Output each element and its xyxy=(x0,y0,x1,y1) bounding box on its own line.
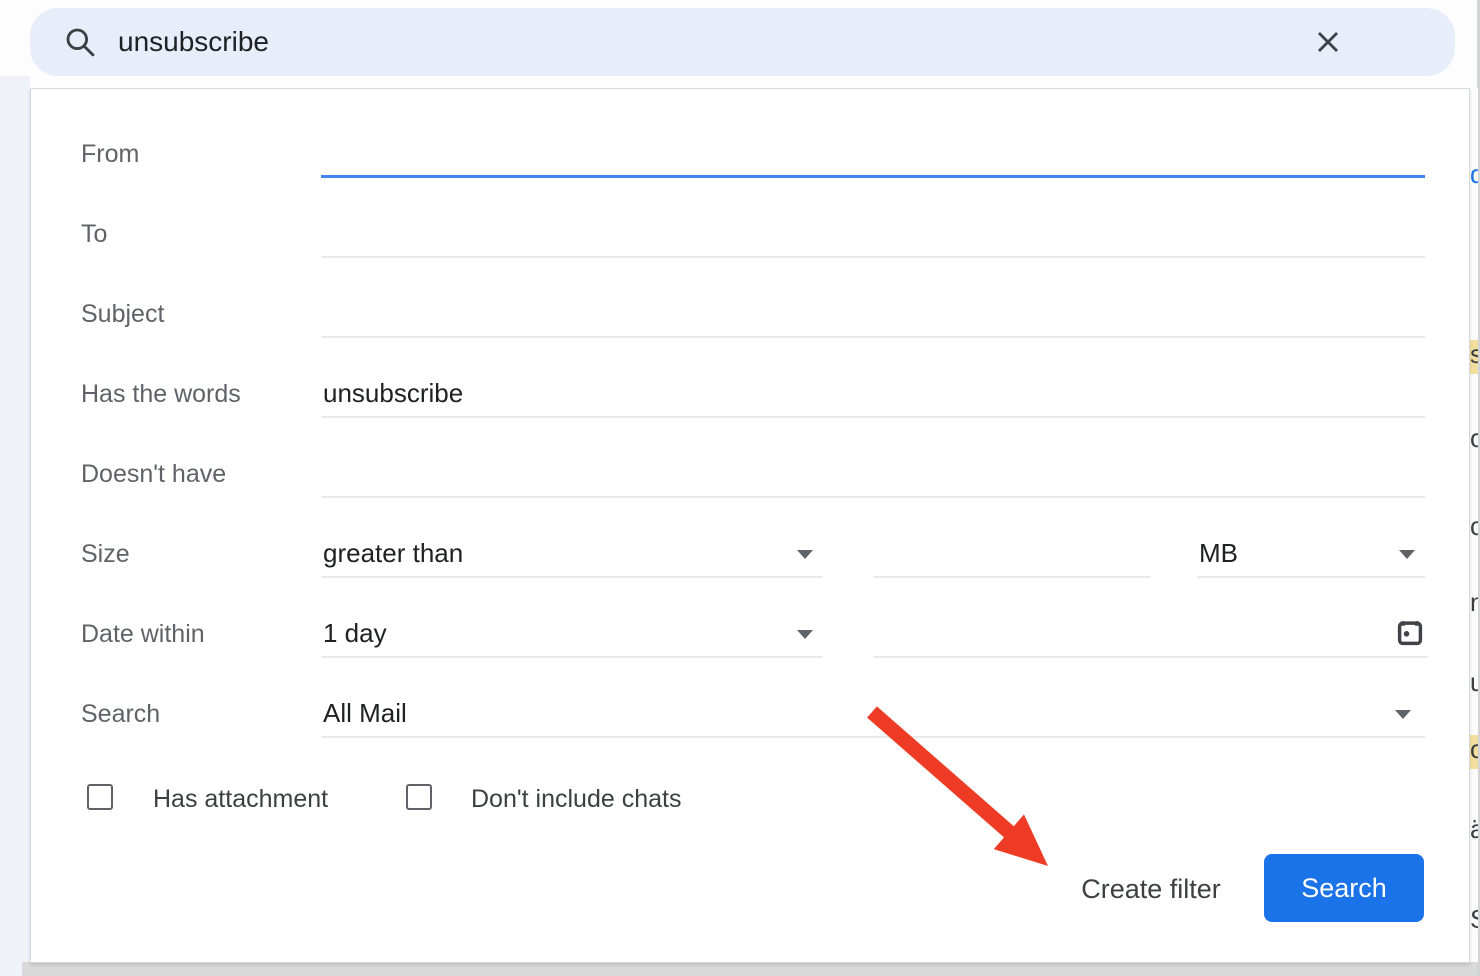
date-picker-field[interactable] xyxy=(873,610,1428,658)
close-icon[interactable] xyxy=(1310,24,1346,65)
row-date-within: Date within 1 day xyxy=(31,610,1469,658)
create-filter-button[interactable]: Create filter xyxy=(1041,854,1261,923)
row-size: Size greater than MB xyxy=(31,530,1469,578)
chevron-down-icon xyxy=(1399,550,1415,559)
doesnt-have-field[interactable] xyxy=(321,450,1425,498)
background-text-fragment: ä xyxy=(1470,815,1478,841)
from-field[interactable] xyxy=(321,130,1425,178)
row-to: To xyxy=(31,210,1469,258)
row-has-words: Has the words unsubscribe xyxy=(31,370,1469,418)
panel-bottom-shadow xyxy=(22,962,1480,976)
to-field[interactable] xyxy=(321,210,1425,258)
calendar-icon[interactable] xyxy=(1394,617,1426,663)
background-text-fragment: u xyxy=(1470,668,1478,692)
size-operator-dropdown[interactable]: greater than xyxy=(321,530,823,578)
from-label: From xyxy=(81,130,139,178)
row-search-scope: Search All Mail xyxy=(31,690,1469,738)
background-text-fragment: n xyxy=(1470,588,1478,612)
advanced-search-panel: From To Subject Has the words unsubscrib… xyxy=(30,88,1470,963)
dont-include-chats-checkbox[interactable] xyxy=(406,784,432,810)
doesnt-have-value xyxy=(321,458,323,488)
row-from: From xyxy=(31,130,1469,178)
search-button[interactable]: Search xyxy=(1264,854,1424,922)
has-attachment-label: Has attachment xyxy=(153,773,328,825)
subject-value xyxy=(321,298,323,328)
subject-label: Subject xyxy=(81,290,164,338)
to-label: To xyxy=(81,210,107,258)
dont-include-chats-label: Don't include chats xyxy=(471,773,681,825)
has-words-field[interactable]: unsubscribe xyxy=(321,370,1425,418)
row-subject: Subject xyxy=(31,290,1469,338)
background-text-fragment: d xyxy=(1470,160,1478,190)
size-label: Size xyxy=(81,530,130,578)
chevron-down-icon xyxy=(1395,710,1411,719)
background-text-fragment: o xyxy=(1470,424,1478,450)
page-background-left xyxy=(0,76,30,976)
search-scope-label: Search xyxy=(81,690,160,738)
date-picker-value xyxy=(873,618,875,648)
background-text-fragment: o xyxy=(1470,735,1478,769)
date-range-dropdown[interactable]: 1 day xyxy=(321,610,823,658)
search-scope-dropdown[interactable]: All Mail xyxy=(321,690,1425,738)
row-doesnt-have: Doesn't have xyxy=(31,450,1469,498)
from-value xyxy=(321,138,323,168)
to-value xyxy=(321,218,323,248)
checkbox-row: Has attachment Don't include chats xyxy=(31,773,1469,825)
size-unit-dropdown[interactable]: MB xyxy=(1197,530,1425,578)
size-unit-value: MB xyxy=(1197,538,1238,568)
chevron-down-icon xyxy=(797,630,813,639)
has-attachment-checkbox[interactable] xyxy=(87,784,113,810)
date-range-value: 1 day xyxy=(321,618,387,648)
size-operator-value: greater than xyxy=(321,538,463,568)
doesnt-have-label: Doesn't have xyxy=(81,450,226,498)
size-amount-field[interactable] xyxy=(873,530,1151,578)
background-page-sliver: d s o c n u o ä S xyxy=(1470,88,1478,962)
background-text-fragment: s xyxy=(1470,340,1478,374)
subject-field[interactable] xyxy=(321,290,1425,338)
search-scope-value: All Mail xyxy=(321,698,407,728)
search-input[interactable]: unsubscribe xyxy=(118,8,269,76)
chevron-down-icon xyxy=(797,550,813,559)
search-icon[interactable] xyxy=(62,24,98,65)
has-words-value: unsubscribe xyxy=(321,378,463,408)
gmail-search-bar[interactable]: unsubscribe xyxy=(30,8,1455,76)
has-words-label: Has the words xyxy=(81,370,241,418)
date-within-label: Date within xyxy=(81,610,205,658)
background-text-fragment: S xyxy=(1470,905,1478,931)
background-text-fragment: c xyxy=(1470,512,1478,536)
size-amount-value xyxy=(873,538,875,568)
